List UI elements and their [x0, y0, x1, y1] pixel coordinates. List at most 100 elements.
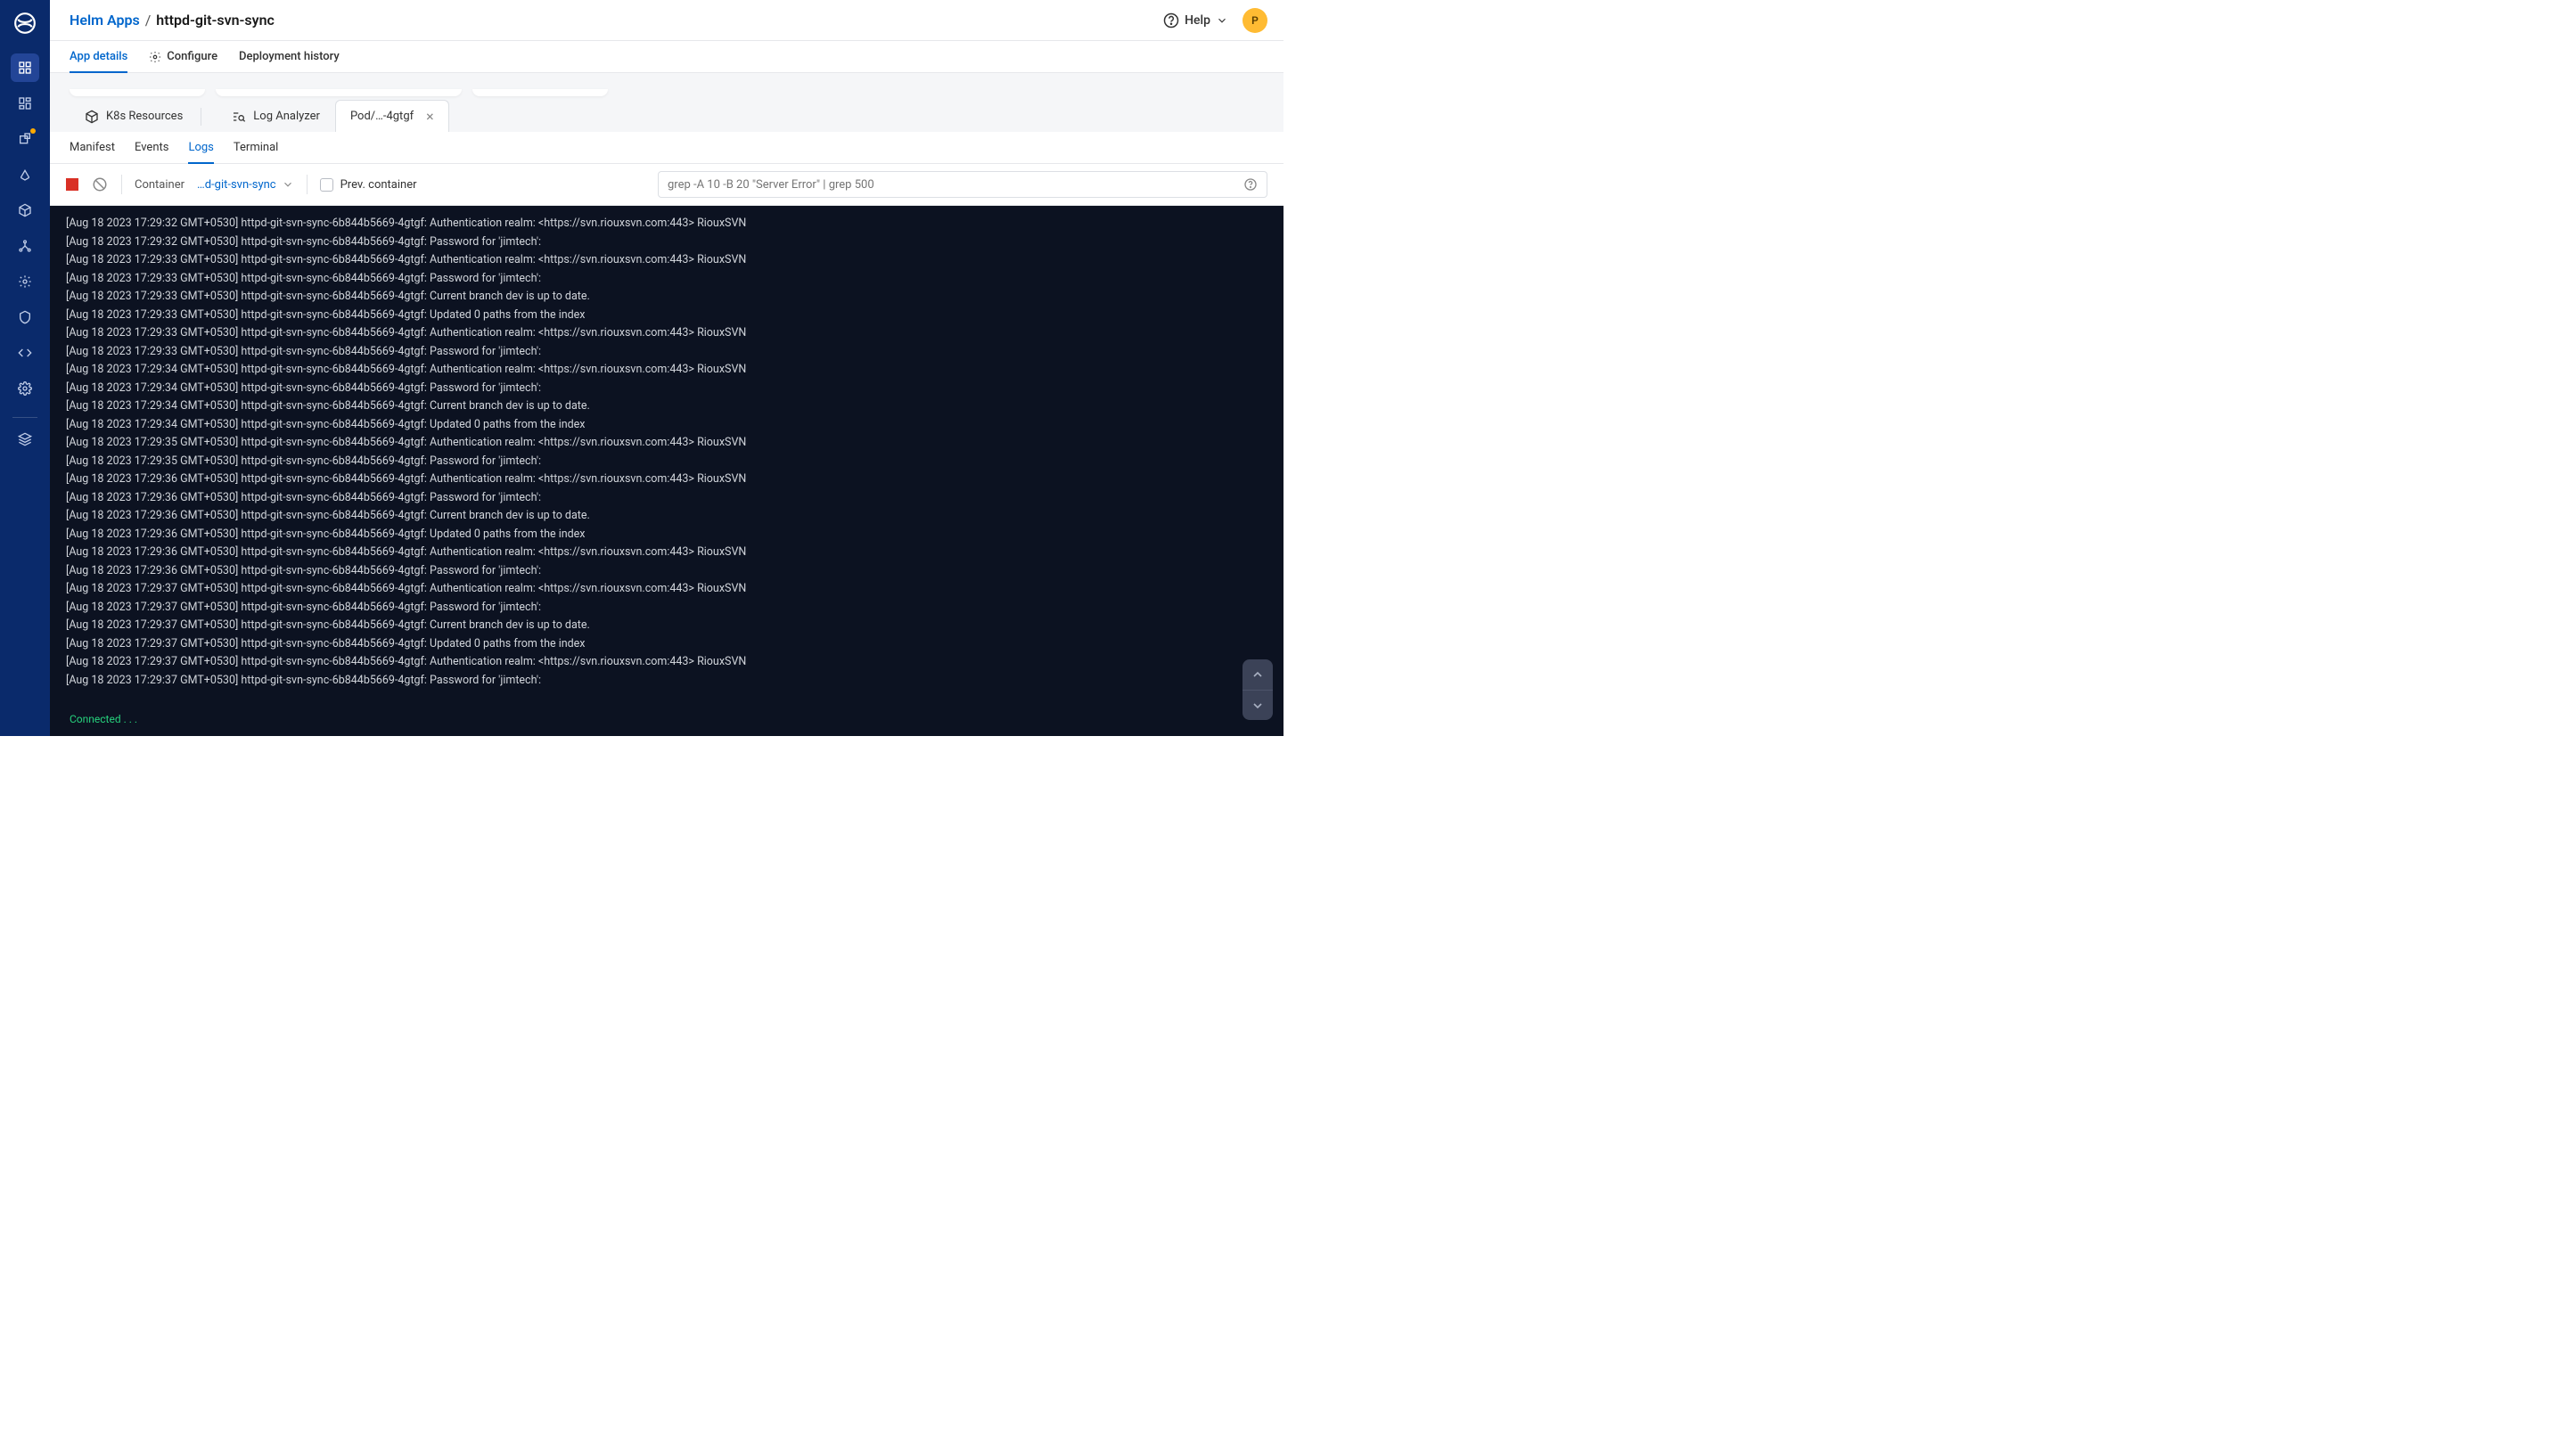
- log-line: [Aug 18 2023 17:29:33 GMT+0530] httpd-gi…: [66, 324, 1284, 343]
- sub-tab-logs[interactable]: Logs: [188, 132, 213, 164]
- res-tab-k8s-label: K8s Resources: [106, 110, 183, 123]
- res-tab-pod-label: Pod/…-4gtgf: [350, 110, 414, 123]
- sub-tab-terminal[interactable]: Terminal: [234, 132, 278, 164]
- cube-icon: [85, 110, 99, 124]
- nav-apps[interactable]: [11, 53, 39, 82]
- user-avatar[interactable]: P: [1242, 8, 1267, 33]
- container-value: …d-git-svn-sync: [197, 178, 276, 192]
- nav-network[interactable]: [11, 232, 39, 260]
- connection-status: Connected . . .: [70, 711, 137, 729]
- help-icon: [1163, 12, 1179, 29]
- close-icon[interactable]: ×: [426, 110, 434, 124]
- container-select[interactable]: …d-git-svn-sync: [197, 178, 294, 192]
- resource-tabs: K8s Resources Log Analyzer Pod/…-4gtgf ×: [70, 100, 1264, 132]
- nav-stack[interactable]: [11, 425, 39, 454]
- tab-deployment-history[interactable]: Deployment history: [239, 41, 340, 73]
- breadcrumb-separator: /: [145, 12, 152, 29]
- search-help-icon[interactable]: [1243, 177, 1258, 192]
- res-tab-pod[interactable]: Pod/…-4gtgf ×: [335, 100, 449, 132]
- log-line: [Aug 18 2023 17:29:32 GMT+0530] httpd-gi…: [66, 215, 1284, 233]
- log-line: [Aug 18 2023 17:29:35 GMT+0530] httpd-gi…: [66, 434, 1284, 453]
- log-line: [Aug 18 2023 17:29:36 GMT+0530] httpd-gi…: [66, 562, 1284, 581]
- breadcrumb-root[interactable]: Helm Apps: [70, 12, 140, 29]
- chevron-down-icon: [1216, 14, 1228, 27]
- log-line: [Aug 18 2023 17:29:37 GMT+0530] httpd-gi…: [66, 617, 1284, 635]
- sidebar: [0, 0, 50, 736]
- log-line: [Aug 18 2023 17:29:34 GMT+0530] httpd-gi…: [66, 380, 1284, 398]
- nav-addons[interactable]: [11, 125, 39, 153]
- log-line: [Aug 18 2023 17:29:35 GMT+0530] httpd-gi…: [66, 453, 1284, 471]
- log-line: [Aug 18 2023 17:29:36 GMT+0530] httpd-gi…: [66, 489, 1284, 508]
- app-logo[interactable]: [11, 9, 39, 37]
- breadcrumb: Helm Apps / httpd-git-svn-sync: [70, 12, 275, 29]
- tab-configure[interactable]: Configure: [149, 41, 217, 73]
- log-line: [Aug 18 2023 17:29:33 GMT+0530] httpd-gi…: [66, 307, 1284, 325]
- help-menu[interactable]: Help: [1163, 12, 1228, 29]
- log-line: [Aug 18 2023 17:29:37 GMT+0530] httpd-gi…: [66, 599, 1284, 618]
- log-line: [Aug 18 2023 17:29:33 GMT+0530] httpd-gi…: [66, 251, 1284, 270]
- log-search-input[interactable]: [668, 178, 1243, 192]
- log-toolbar: Container …d-git-svn-sync Prev. containe…: [50, 164, 1284, 206]
- tab-configure-label: Configure: [167, 50, 217, 63]
- scroll-up-button[interactable]: [1242, 659, 1273, 690]
- res-tab-log-analyzer-label: Log Analyzer: [253, 110, 320, 123]
- log-line: [Aug 18 2023 17:29:36 GMT+0530] httpd-gi…: [66, 544, 1284, 562]
- log-line: [Aug 18 2023 17:29:33 GMT+0530] httpd-gi…: [66, 270, 1284, 289]
- content-band: K8s Resources Log Analyzer Pod/…-4gtgf ×: [50, 73, 1284, 132]
- log-line: [Aug 18 2023 17:29:34 GMT+0530] httpd-gi…: [66, 397, 1284, 416]
- nav-code[interactable]: [11, 339, 39, 367]
- sidebar-divider: [12, 417, 37, 418]
- checkbox-icon: [320, 178, 333, 192]
- log-line: [Aug 18 2023 17:29:34 GMT+0530] httpd-gi…: [66, 361, 1284, 380]
- log-line: [Aug 18 2023 17:29:33 GMT+0530] httpd-gi…: [66, 288, 1284, 307]
- nav-builds[interactable]: [11, 160, 39, 189]
- toolbar-divider: [307, 175, 308, 194]
- prev-container-label: Prev. container: [340, 178, 417, 192]
- nav-cluster[interactable]: [11, 267, 39, 296]
- topbar: Helm Apps / httpd-git-svn-sync Help P: [50, 0, 1284, 41]
- page-tabs: App details Configure Deployment history: [50, 41, 1284, 73]
- summary-cards-row: [70, 89, 1264, 96]
- stop-button[interactable]: [66, 178, 78, 191]
- log-line: [Aug 18 2023 17:29:36 GMT+0530] httpd-gi…: [66, 526, 1284, 544]
- pod-sub-tabs: Manifest Events Logs Terminal: [50, 132, 1284, 164]
- chevron-down-icon: [282, 178, 294, 191]
- log-line: [Aug 18 2023 17:29:36 GMT+0530] httpd-gi…: [66, 507, 1284, 526]
- clear-button[interactable]: [91, 176, 109, 193]
- scroll-controls: [1242, 659, 1273, 720]
- res-tab-k8s[interactable]: K8s Resources: [70, 100, 217, 132]
- log-line: [Aug 18 2023 17:29:32 GMT+0530] httpd-gi…: [66, 233, 1284, 252]
- breadcrumb-current: httpd-git-svn-sync: [156, 12, 275, 29]
- tab-app-details[interactable]: App details: [70, 41, 127, 73]
- log-line: [Aug 18 2023 17:29:37 GMT+0530] httpd-gi…: [66, 635, 1284, 654]
- log-search[interactable]: [658, 171, 1267, 198]
- notification-dot-icon: [30, 128, 36, 134]
- toolbar-divider: [121, 175, 122, 194]
- nav-cube[interactable]: [11, 196, 39, 225]
- nav-security[interactable]: [11, 303, 39, 331]
- gear-icon: [149, 51, 161, 63]
- sub-tab-manifest[interactable]: Manifest: [70, 132, 115, 164]
- main: Helm Apps / httpd-git-svn-sync Help P Ap…: [50, 0, 1284, 736]
- res-tab-log-analyzer[interactable]: Log Analyzer: [217, 100, 335, 132]
- clear-icon: [92, 176, 108, 192]
- log-line: [Aug 18 2023 17:29:34 GMT+0530] httpd-gi…: [66, 416, 1284, 435]
- log-line: [Aug 18 2023 17:29:37 GMT+0530] httpd-gi…: [66, 580, 1284, 599]
- summary-card: [472, 89, 608, 96]
- help-label: Help: [1185, 13, 1210, 28]
- log-line: [Aug 18 2023 17:29:33 GMT+0530] httpd-gi…: [66, 343, 1284, 362]
- prev-container-checkbox[interactable]: Prev. container: [320, 178, 417, 192]
- log-viewer[interactable]: [Aug 18 2023 17:29:32 GMT+0530] httpd-gi…: [50, 206, 1284, 736]
- topbar-right: Help P: [1163, 8, 1267, 33]
- log-line: [Aug 18 2023 17:29:37 GMT+0530] httpd-gi…: [66, 672, 1284, 691]
- summary-card: [70, 89, 205, 96]
- nav-dashboard[interactable]: [11, 89, 39, 118]
- sub-tab-events[interactable]: Events: [135, 132, 168, 164]
- log-line: [Aug 18 2023 17:29:37 GMT+0530] httpd-gi…: [66, 653, 1284, 672]
- container-label: Container: [135, 178, 185, 192]
- search-list-icon: [232, 110, 246, 124]
- log-line: [Aug 18 2023 17:29:36 GMT+0530] httpd-gi…: [66, 470, 1284, 489]
- nav-settings[interactable]: [11, 374, 39, 403]
- scroll-down-button[interactable]: [1242, 690, 1273, 720]
- summary-card: [216, 89, 462, 96]
